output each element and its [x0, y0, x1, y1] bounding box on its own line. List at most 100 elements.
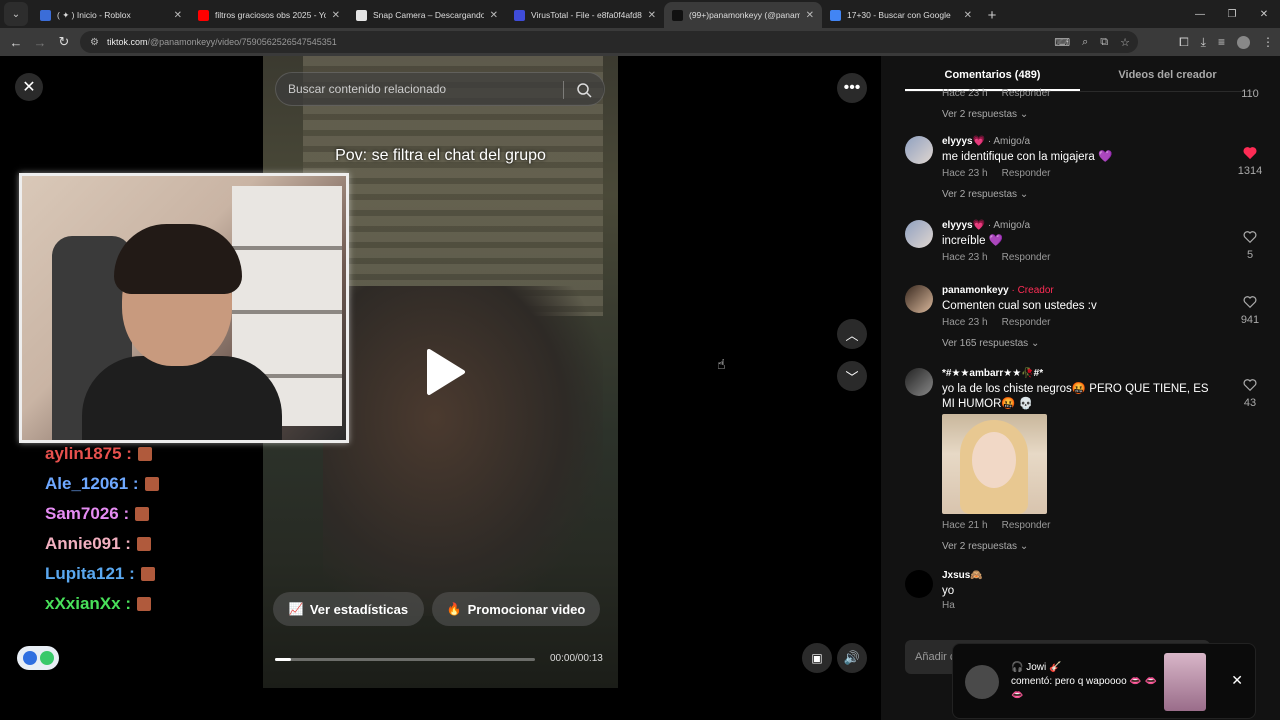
like-button[interactable]: 43	[1235, 378, 1265, 409]
maximize-icon[interactable]: ❐	[1216, 0, 1248, 28]
minimize-icon[interactable]: —	[1184, 0, 1216, 28]
tiktok-page: Buscar contenido relacionado Pov: se fil…	[0, 56, 1280, 720]
install-app-icon[interactable]: ⧉	[1100, 36, 1108, 49]
comment-user-tag: · Amigo/a	[985, 136, 1031, 147]
search-divider	[563, 81, 564, 99]
more-options-button[interactable]: •••	[837, 73, 867, 103]
avatar[interactable]	[905, 220, 933, 248]
browser-tab[interactable]: filtros graciosos obs 2025 - You ✕	[190, 2, 348, 28]
related-search-input[interactable]: Buscar contenido relacionado	[275, 72, 605, 106]
tab-close-icon[interactable]: ✕	[332, 10, 340, 21]
video-progress-fill	[275, 658, 291, 661]
notification-user: 🎧 Jowi 🎸	[1011, 662, 1062, 673]
heart-icon	[1243, 231, 1257, 244]
video-frame-people	[323, 286, 603, 616]
comment-meta: Hace 23 h Responder	[942, 317, 1051, 328]
chat-emote-icon	[137, 597, 151, 611]
extensions-icon[interactable]: ⧠	[1179, 35, 1189, 50]
new-tab-button[interactable]: +	[980, 3, 1004, 27]
tab-search-icon[interactable]: ⌄	[4, 2, 28, 26]
promote-video-button[interactable]: 🔥 Promocionar video	[432, 592, 600, 626]
volume-button[interactable]: 🔊	[837, 643, 867, 673]
tab-creator-videos[interactable]: Videos del creador	[1080, 56, 1255, 91]
reply-link[interactable]: Responder	[1002, 168, 1051, 179]
comment-username[interactable]: Jxsus🙈	[942, 570, 983, 581]
view-replies-link[interactable]: Ver 165 respuestas ⌄	[942, 338, 1039, 349]
like-count: 1314	[1237, 165, 1263, 177]
avatar[interactable]	[905, 136, 933, 164]
menu-kebab-icon[interactable]: ⋮	[1262, 35, 1274, 49]
notification-thumbnail[interactable]	[1164, 653, 1206, 711]
reply-link[interactable]: Responder	[1002, 317, 1051, 328]
close-video-button[interactable]: ✕	[15, 73, 43, 101]
comment-meta: Hace 23 h Responder	[942, 168, 1051, 179]
comment-meta: Hace 23 h Responder	[942, 88, 1051, 99]
comment-username[interactable]: elyyys💗 · Amigo/a	[942, 136, 1030, 147]
volume-icon: 🔊	[843, 650, 861, 665]
view-replies-label: Ver 2 respuestas	[942, 541, 1018, 552]
view-replies-link[interactable]: Ver 2 respuestas ⌄	[942, 109, 1028, 120]
tab-title: Snap Camera – Descargando	[373, 10, 484, 20]
forward-icon[interactable]: →	[28, 35, 52, 50]
browser-tab[interactable]: ( ✦ ) Inicio - Roblox ✕	[32, 2, 190, 28]
reload-icon[interactable]: ↻	[52, 34, 76, 50]
comment-username[interactable]: elyyys💗 · Amigo/a	[942, 220, 1030, 231]
site-info-icon[interactable]: ⚙	[90, 37, 99, 48]
url-bar[interactable]: ⚙ tiktok.com /@panamonkeyy/video/7590562…	[80, 31, 1138, 53]
comment-time: Ha	[942, 600, 955, 611]
browser-tab[interactable]: VirusTotal - File - e8fa0f4afd87f ✕	[506, 2, 664, 28]
play-icon[interactable]	[423, 347, 467, 397]
zoom-icon[interactable]: ⌕	[1082, 36, 1088, 49]
tab-close-icon[interactable]: ✕	[648, 10, 656, 21]
search-icon[interactable]	[576, 82, 592, 98]
avatar[interactable]	[905, 570, 933, 598]
close-window-icon[interactable]: ✕	[1248, 0, 1280, 28]
tab-close-icon[interactable]: ✕	[490, 10, 498, 21]
view-replies-link[interactable]: Ver 2 respuestas ⌄	[942, 541, 1028, 552]
comment-username[interactable]: panamonkeyy · Creador	[942, 285, 1054, 296]
browser-tab[interactable]: (99+)panamonkeyy (@panamo ✕	[664, 2, 822, 28]
comment-user-tag: · Creador	[1008, 285, 1054, 296]
browser-tab[interactable]: 17+30 - Buscar con Google ✕	[822, 2, 980, 28]
translate-icon[interactable]: ⌨	[1054, 36, 1070, 49]
profile-avatar[interactable]	[1237, 35, 1250, 49]
tab-close-icon[interactable]: ✕	[174, 10, 182, 21]
url-bar-icons: ⌨ ⌕ ⧉ ☆	[1054, 31, 1130, 53]
tab-comments[interactable]: Comentarios (489)	[905, 56, 1080, 91]
comment-notification-toast[interactable]: 🎧 Jowi 🎸 comentó: pero q wapoooo 👄 👄 👄 ✕	[952, 643, 1256, 719]
avatar[interactable]	[905, 368, 933, 396]
promote-video-label: Promocionar video	[467, 601, 586, 617]
close-notification-icon[interactable]: ✕	[1231, 672, 1243, 689]
comment-username-text: panamonkeyy	[942, 285, 1009, 296]
previous-video-button[interactable]: ︿	[837, 319, 867, 349]
like-button[interactable]: 941	[1235, 295, 1265, 326]
view-replies-link[interactable]: Ver 2 respuestas ⌄	[942, 189, 1028, 200]
webcam-person-hair	[114, 224, 242, 294]
obs-status-indicator	[17, 646, 59, 670]
comment-meta: Hace 23 h Responder	[942, 252, 1051, 263]
downloads-icon[interactable]: ⤓	[1201, 35, 1206, 50]
floating-player-button[interactable]: ▣	[802, 643, 832, 673]
tab-close-icon[interactable]: ✕	[964, 10, 972, 21]
tab-close-icon[interactable]: ✕	[806, 10, 814, 21]
like-button[interactable]: 5	[1235, 230, 1265, 261]
back-icon[interactable]: ←	[4, 35, 28, 50]
like-button[interactable]: 1314	[1235, 146, 1265, 177]
view-stats-button[interactable]: 📈 Ver estadísticas	[273, 592, 424, 626]
reading-list-icon[interactable]: ≡	[1218, 35, 1225, 49]
bookmark-star-icon[interactable]: ☆	[1120, 36, 1130, 49]
video-progress-bar[interactable]	[275, 658, 535, 661]
browser-tab[interactable]: Snap Camera – Descargando ✕	[348, 2, 506, 28]
reply-link[interactable]: Responder	[1002, 520, 1051, 531]
reply-link[interactable]: Responder	[1002, 88, 1051, 99]
heart-icon	[1243, 147, 1257, 160]
chat-row: Ale_12061 :	[45, 469, 159, 499]
avatar[interactable]	[905, 285, 933, 313]
like-count: 110	[1241, 88, 1259, 100]
comment-image[interactable]	[942, 414, 1047, 514]
notification-avatar	[965, 665, 999, 699]
reply-link[interactable]: Responder	[1002, 252, 1051, 263]
notification-message: comentó: pero q wapoooo 👄 👄 👄	[1011, 676, 1158, 701]
comment-username[interactable]: *#★★ambarr★★🥀#*	[942, 368, 1043, 379]
next-video-button[interactable]: ﹀	[837, 361, 867, 391]
